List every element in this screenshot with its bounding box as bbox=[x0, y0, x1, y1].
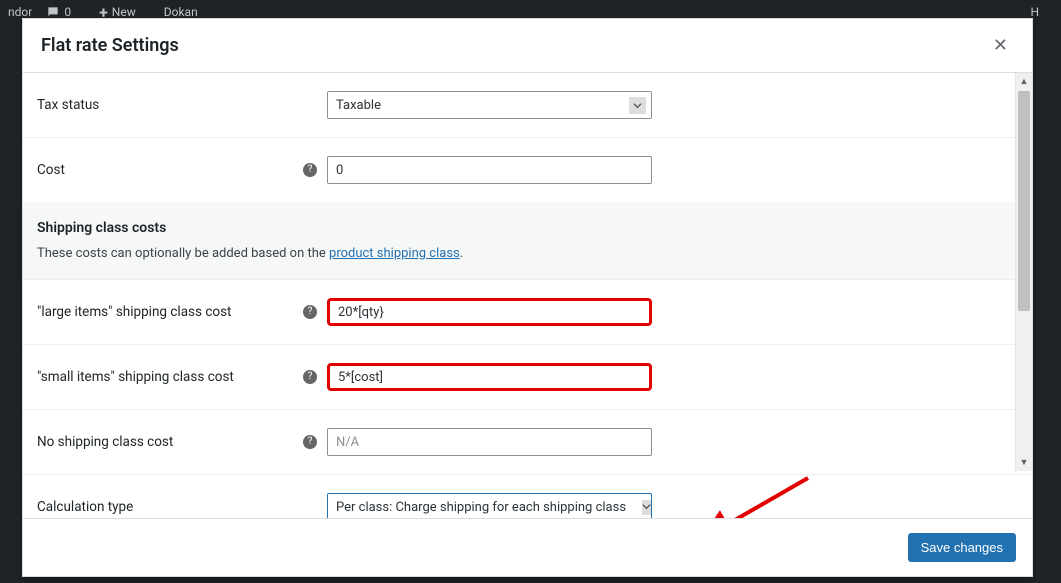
tax-status-select[interactable]: Taxable bbox=[327, 91, 652, 119]
flat-rate-settings-modal: Flat rate Settings ✕ Tax status Taxable bbox=[22, 18, 1033, 577]
scroll-up-icon[interactable]: ▲ bbox=[1016, 73, 1032, 90]
chevron-down-icon bbox=[642, 500, 651, 515]
shipping-class-subtext: These costs can optionally be added base… bbox=[23, 242, 1032, 279]
modal-footer: Save changes bbox=[23, 518, 1032, 576]
no-class-row: No shipping class cost ? N/A bbox=[23, 409, 1032, 474]
help-icon[interactable]: ? bbox=[303, 305, 317, 319]
large-items-row: "large items" shipping class cost ? 20*[… bbox=[23, 279, 1032, 344]
tax-status-row: Tax status Taxable bbox=[23, 73, 1032, 137]
modal-body: Tax status Taxable Cost ? bbox=[23, 73, 1032, 518]
adminbar-comments[interactable]: 0 bbox=[46, 5, 85, 19]
calculation-type-row: Calculation type Per class: Charge shipp… bbox=[23, 474, 1032, 518]
adminbar-item[interactable]: ndor bbox=[8, 5, 32, 19]
adminbar-dokan[interactable]: Dokan bbox=[164, 5, 198, 19]
save-changes-button[interactable]: Save changes bbox=[908, 533, 1016, 562]
calculation-type-label: Calculation type bbox=[37, 499, 327, 515]
calculation-type-select[interactable]: Per class: Charge shipping for each ship… bbox=[327, 493, 652, 518]
chevron-down-icon bbox=[629, 97, 646, 114]
scroll-thumb[interactable] bbox=[1018, 91, 1030, 311]
small-items-input[interactable]: 5*[cost] bbox=[327, 363, 652, 391]
cost-label: Cost ? bbox=[37, 162, 327, 178]
modal-header: Flat rate Settings ✕ bbox=[23, 19, 1032, 73]
adminbar-right[interactable]: H bbox=[1030, 5, 1039, 19]
close-button[interactable]: ✕ bbox=[987, 33, 1014, 58]
cost-input[interactable]: 0 bbox=[327, 156, 652, 184]
large-items-label: "large items" shipping class cost ? bbox=[37, 304, 327, 320]
help-icon[interactable]: ? bbox=[303, 163, 317, 177]
scroll-down-icon[interactable]: ▼ bbox=[1016, 454, 1032, 471]
shipping-class-heading: Shipping class costs bbox=[23, 202, 1032, 242]
no-class-input[interactable]: N/A bbox=[327, 428, 652, 456]
small-items-row: "small items" shipping class cost ? 5*[c… bbox=[23, 344, 1032, 409]
no-class-label: No shipping class cost ? bbox=[37, 434, 327, 450]
product-shipping-class-link[interactable]: product shipping class bbox=[329, 246, 460, 261]
help-icon[interactable]: ? bbox=[303, 370, 317, 384]
help-icon[interactable]: ? bbox=[303, 435, 317, 449]
modal-title: Flat rate Settings bbox=[41, 35, 179, 56]
small-items-label: "small items" shipping class cost ? bbox=[37, 369, 327, 385]
scrollbar[interactable]: ▲ ▼ bbox=[1015, 73, 1032, 471]
large-items-input[interactable]: 20*[qty} bbox=[327, 298, 652, 326]
cost-row: Cost ? 0 bbox=[23, 137, 1032, 202]
comment-icon bbox=[46, 5, 60, 19]
tax-status-label: Tax status bbox=[37, 97, 327, 113]
